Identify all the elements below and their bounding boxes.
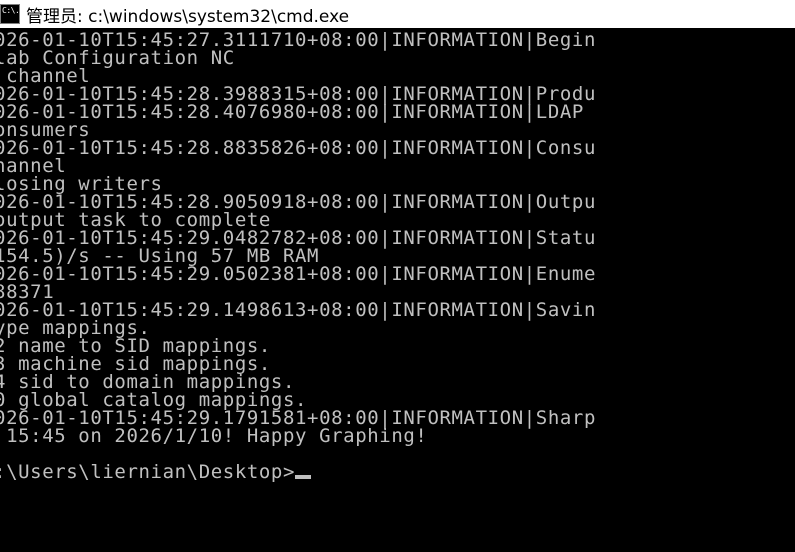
console-output[interactable]: 2026-01-10T15:45:27.3111710+08:00|INFORM… <box>0 31 795 552</box>
console-line: 2026-01-10T15:45:29.0502381+08:00|INFORM… <box>0 263 596 285</box>
console-line: 2026-01-10T15:45:28.8835826+08:00|INFORM… <box>0 137 596 159</box>
command-prompt: C:\Users\liernian\Desktop> <box>0 463 312 482</box>
cmd-window-icon[interactable]: C:\. <box>0 4 20 24</box>
title-bar[interactable]: C:\. 管理员: c:\windows\system32\cmd.exe <box>0 0 795 28</box>
cmd-window: C:\. 管理员: c:\windows\system32\cmd.exe 20… <box>0 0 795 552</box>
console-line: 15:45 on 2026/1/10! Happy Graphing! <box>0 425 428 447</box>
window-title: 管理员: c:\windows\system32\cmd.exe <box>26 6 350 27</box>
text-cursor <box>295 475 312 479</box>
cmd-icon-label: C:\. <box>2 6 20 15</box>
